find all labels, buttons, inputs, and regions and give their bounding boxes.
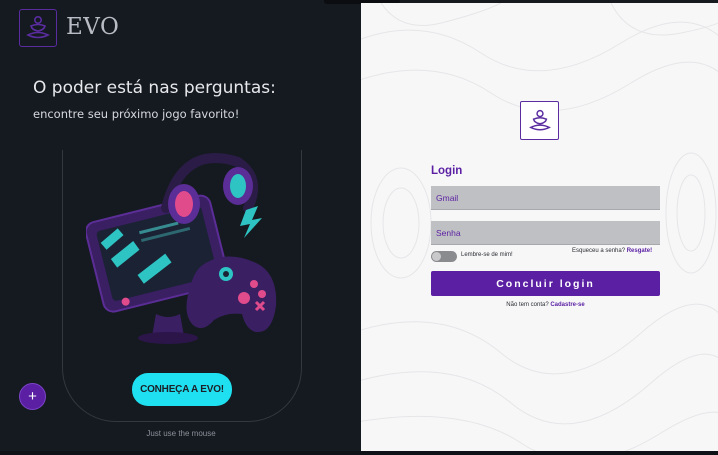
add-button[interactable]: + [19, 383, 46, 410]
brand-logo[interactable] [19, 9, 57, 47]
login-submit-button[interactable]: Concluir login [431, 271, 660, 296]
remember-me-label: Lembre-se de mim! [461, 252, 513, 258]
signup-text: Não tem conta? [506, 302, 549, 308]
signup-prompt: Não tem conta? Cadastre-se [431, 302, 660, 308]
password-field[interactable] [431, 221, 660, 245]
brand-name: EVO [66, 14, 120, 40]
signup-link[interactable]: Cadastre-se [550, 302, 584, 308]
meditation-icon [26, 15, 50, 39]
forgot-password: Esqueceu a senha? Resgate! [572, 248, 652, 254]
gaming-illustration [86, 153, 277, 344]
login-logo [520, 101, 559, 140]
login-panel: Login Lembre-se de mim! Esqueceu a senha… [361, 3, 718, 452]
learn-more-button[interactable]: CONHEÇA A EVO! [132, 373, 232, 406]
forgot-password-text: Esqueceu a senha? [572, 248, 626, 254]
meditation-icon [528, 109, 551, 131]
mouse-hint: Just use the mouse [146, 429, 216, 438]
hero-headline: O poder está nas perguntas: [33, 78, 276, 98]
toggle-knob [432, 252, 441, 261]
bottom-edge [0, 451, 718, 455]
hero-panel: EVO O poder está nas perguntas: encontre… [0, 0, 400, 455]
gmail-field[interactable] [431, 186, 660, 210]
recover-link[interactable]: Resgate! [627, 248, 652, 254]
login-title: Login [431, 165, 463, 177]
plus-icon: + [28, 388, 37, 405]
hero-subline: encontre seu próximo jogo favorito! [33, 107, 240, 121]
remember-me-toggle[interactable] [431, 251, 457, 262]
